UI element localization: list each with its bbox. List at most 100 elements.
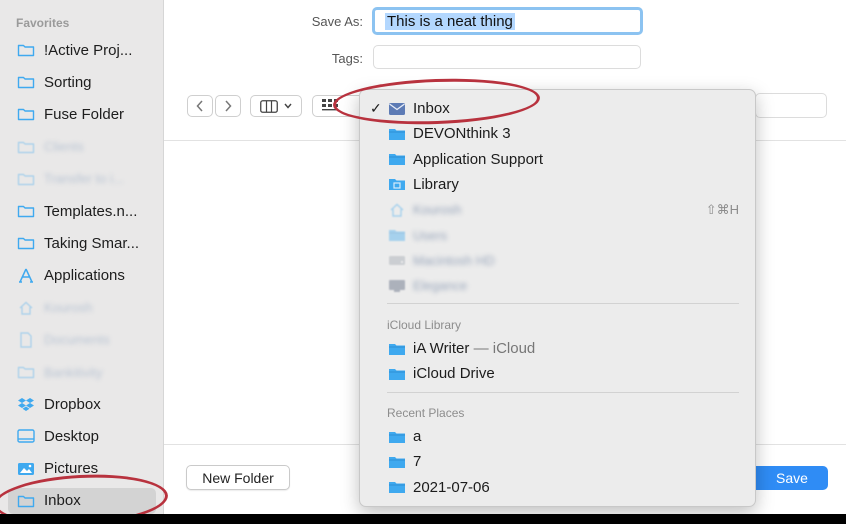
sidebar-item-label: Transfer to i... — [44, 171, 124, 187]
sidebar-item-label: Inbox — [44, 492, 81, 510]
menu-separator — [387, 303, 739, 304]
search-field[interactable] — [755, 93, 827, 118]
folder-icon — [16, 235, 36, 251]
sidebar-item-label: Taking Smar... — [44, 234, 140, 252]
tags-field[interactable] — [373, 45, 641, 69]
sidebar-item-desktop[interactable]: Desktop — [8, 423, 156, 449]
folder-icon — [16, 42, 36, 58]
menu-item-label: Users — [413, 227, 447, 243]
disk-icon — [387, 252, 407, 268]
menu-item-inbox[interactable]: ✓ Inbox — [360, 96, 755, 121]
sidebar-item-fuse-folder[interactable]: Fuse Folder — [8, 101, 156, 127]
folder-icon — [387, 479, 407, 495]
back-button[interactable] — [187, 95, 213, 117]
checkmark-icon: ✓ — [370, 100, 382, 116]
menu-item-label: Inbox — [413, 100, 450, 117]
folder-icon — [387, 227, 407, 243]
sidebar-item-bankitivity[interactable]: Bankitivity — [8, 359, 156, 385]
folder-icon — [16, 364, 36, 380]
desktop-icon — [16, 428, 36, 444]
sidebar-item-templates-n[interactable]: Templates.n... — [8, 198, 156, 224]
sidebar-item-active-proj[interactable]: !Active Proj... — [8, 37, 156, 63]
sidebar-item-label: Templates.n... — [44, 202, 138, 220]
sidebar-item-clients[interactable]: Clients — [8, 134, 156, 160]
tags-label: Tags: — [331, 51, 363, 66]
location-menu: ✓ Inbox DEVONthink 3 Application Support Lib… — [359, 89, 756, 507]
menu-item-kourosh[interactable]: Kourosh ⇧⌘H — [360, 197, 755, 222]
sidebar-item-label: !Active Proj... — [44, 41, 133, 59]
columns-icon — [260, 99, 278, 113]
chevron-left-icon — [196, 100, 203, 112]
recent-place-7[interactable]: 7 — [360, 449, 755, 474]
menu-item-users[interactable]: Users — [360, 223, 755, 248]
sidebar-heading: Favorites — [16, 16, 70, 30]
recent-places-heading: Recent Places — [387, 406, 465, 420]
folder-icon — [16, 203, 36, 219]
menu-item-label: a — [413, 428, 422, 445]
menu-item-application-support[interactable]: Application Support — [360, 147, 755, 172]
menu-item-name: iA Writer — [413, 340, 470, 357]
save-as-label: Save As: — [311, 14, 363, 29]
menu-item-name: iCloud Drive — [413, 365, 495, 382]
menu-item-label: Library — [413, 175, 459, 193]
group-button[interactable] — [312, 95, 364, 117]
menu-item-label: iCloud Drive — [413, 365, 495, 382]
document-icon — [16, 332, 36, 348]
chevron-right-icon — [225, 100, 232, 112]
save-as-field[interactable]: This is a neat thing — [372, 7, 643, 35]
menu-item-label: Macintosh HD — [413, 252, 495, 268]
new-folder-button[interactable]: New Folder — [186, 465, 290, 490]
menu-item-label: Application Support — [413, 150, 544, 168]
sidebar-item-label: Documents — [44, 332, 110, 348]
inbox-icon — [387, 101, 407, 117]
folder-icon — [387, 366, 407, 382]
folder-icon — [387, 429, 407, 445]
menu-item-macintosh-hd[interactable]: Macintosh HD — [360, 248, 755, 273]
menu-item-elegance[interactable]: Elegance — [360, 273, 755, 298]
icloud-heading: iCloud Library — [387, 318, 462, 332]
folder-icon — [387, 126, 407, 142]
menu-item-label: iA Writer — iCloud — [413, 340, 535, 357]
save-as-value: This is a neat thing — [385, 12, 515, 30]
folder-icon — [16, 106, 36, 122]
menu-item-label: Kourosh — [413, 202, 462, 218]
grid-icon — [322, 99, 338, 111]
menu-item-library[interactable]: Library — [360, 172, 755, 197]
sidebar-item-label: Desktop — [44, 427, 100, 445]
menu-item-ia-writer[interactable]: iA Writer — iCloud — [360, 336, 755, 361]
forward-button[interactable] — [215, 95, 241, 117]
folder-icon — [387, 341, 407, 357]
sidebar-item-taking-smar[interactable]: Taking Smar... — [8, 230, 156, 256]
sidebar-item-dropbox[interactable]: Dropbox — [8, 391, 156, 417]
sidebar-item-label: Applications — [44, 266, 125, 284]
home-icon — [16, 300, 36, 316]
recent-place-a[interactable]: a — [360, 424, 755, 449]
pictures-icon — [16, 461, 36, 477]
folder-icon — [16, 493, 36, 509]
folder-icon — [16, 171, 36, 187]
sidebar-item-label: Bankitivity — [44, 364, 103, 380]
menu-item-devonthink-3[interactable]: DEVONthink 3 — [360, 121, 755, 146]
folder-icon — [16, 74, 36, 90]
home-icon — [387, 202, 407, 218]
sidebar-item-label: Kourosh — [44, 300, 93, 316]
view-mode-button[interactable] — [250, 95, 302, 117]
sidebar-item-transfer-to-i[interactable]: Transfer to i... — [8, 166, 156, 192]
save-button[interactable]: Save — [744, 466, 828, 490]
menu-item-label: 2021-07-06 — [413, 478, 490, 496]
sidebar-item-kourosh[interactable]: Kourosh — [8, 295, 156, 321]
menu-item-icloud-drive[interactable]: iCloud Drive — [360, 361, 755, 386]
sidebar-item-inbox[interactable]: Inbox — [8, 487, 156, 514]
sidebar-item-label: Fuse Folder — [44, 105, 125, 123]
library-folder-icon — [387, 176, 407, 192]
sidebar-item-label: Sorting — [44, 73, 92, 91]
menu-item-label: 7 — [413, 453, 422, 471]
sidebar-item-documents[interactable]: Documents — [8, 327, 156, 353]
menu-separator — [387, 392, 739, 393]
sidebar-item-applications[interactable]: Applications — [8, 262, 156, 288]
sidebar-item-label: Pictures — [44, 460, 99, 478]
menu-item-shortcut: ⇧⌘H — [705, 201, 739, 217]
sidebar-item-pictures[interactable]: Pictures — [8, 456, 156, 482]
sidebar-item-sorting[interactable]: Sorting — [8, 69, 156, 95]
recent-place-2021-07-06[interactable]: 2021-07-06 — [360, 475, 755, 500]
